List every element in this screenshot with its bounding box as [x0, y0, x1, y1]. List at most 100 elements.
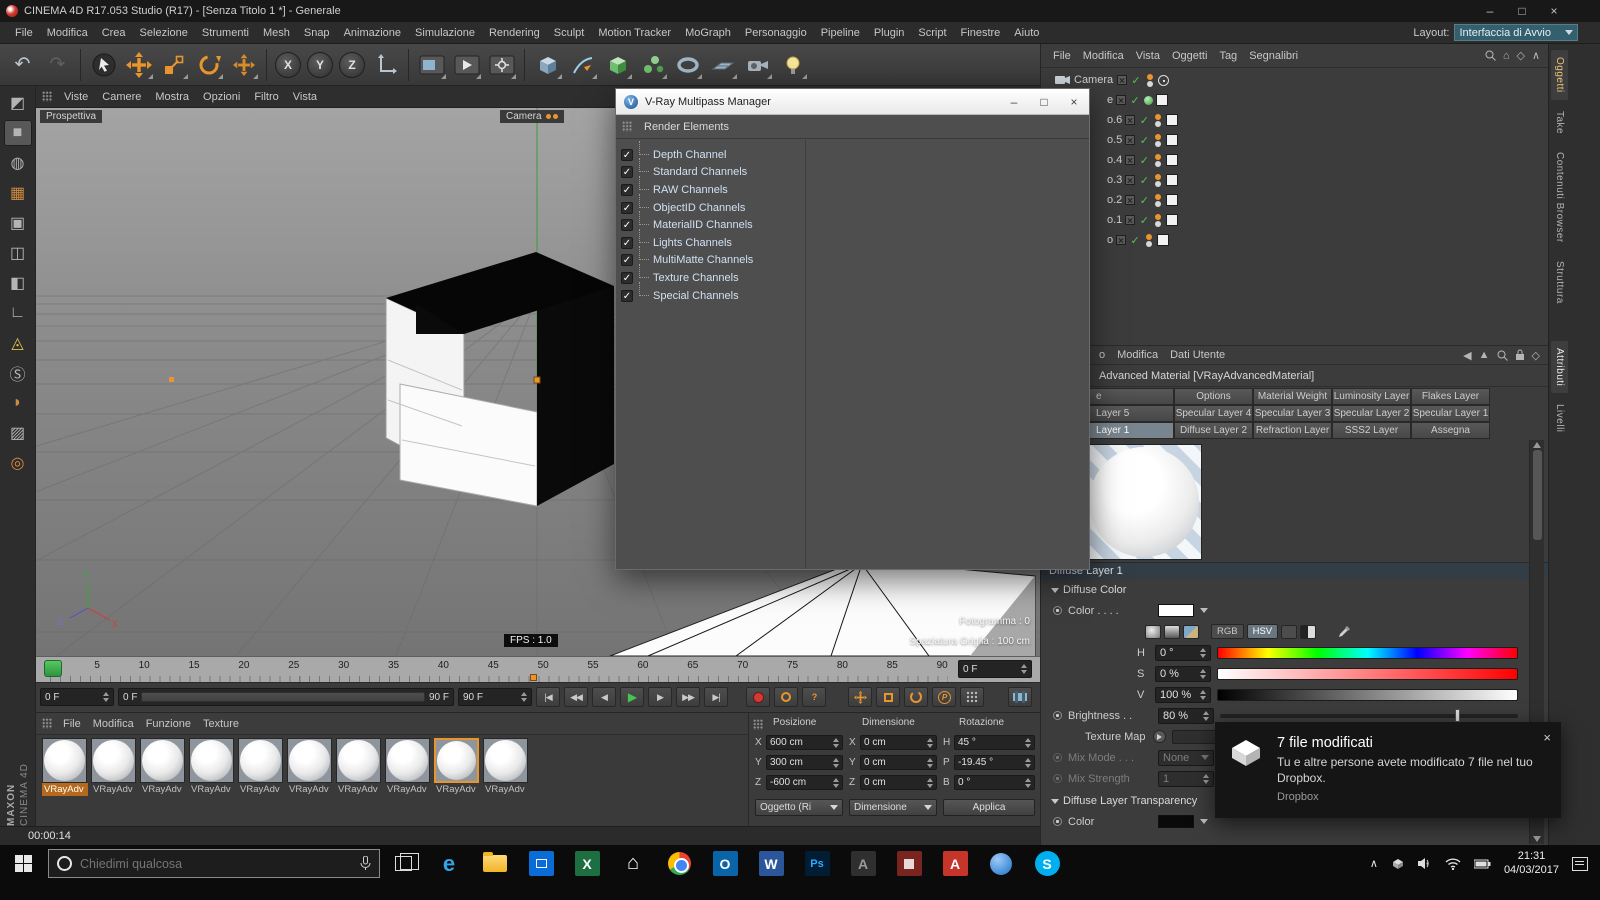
volume-icon[interactable]: [1418, 857, 1432, 870]
texture-tag-icon[interactable]: [1166, 174, 1178, 186]
menu-crea[interactable]: Crea: [95, 27, 133, 39]
stepper[interactable]: [521, 692, 527, 702]
enable-axis-icon[interactable]: ◬: [4, 330, 32, 356]
layout-dropdown[interactable]: Interfaccia di Avvio: [1454, 24, 1578, 41]
camera-button[interactable]: [741, 48, 774, 81]
menu-sculpt[interactable]: Sculpt: [547, 27, 592, 39]
object-row[interactable]: o.4 ✓: [1041, 150, 1548, 170]
view-label-badge[interactable]: Prospettiva: [40, 110, 102, 123]
dialog-title-bar[interactable]: V V-Ray Multipass Manager – □ ×: [616, 89, 1089, 115]
record-keyframe-button[interactable]: [746, 687, 770, 707]
taskbar-app-word[interactable]: W: [748, 845, 794, 882]
menu-finestre[interactable]: Finestre: [954, 27, 1008, 39]
material-item[interactable]: VRayAdv: [238, 738, 284, 796]
panel-grip-icon[interactable]: [753, 719, 763, 730]
keyframe-marker[interactable]: [530, 674, 537, 681]
om-menu-modifica[interactable]: Modifica: [1077, 50, 1130, 62]
points-mode-icon[interactable]: ▣: [4, 210, 32, 236]
channel-checkbox[interactable]: ✓: [621, 166, 633, 178]
material-item[interactable]: VRayAdv: [483, 738, 529, 796]
enable-toggle[interactable]: [1125, 175, 1135, 185]
y-axis-lock-button[interactable]: Y: [307, 52, 333, 78]
tab-contenuti-browser[interactable]: Contenuti Browser: [1551, 145, 1568, 250]
visibility-dots[interactable]: [1144, 234, 1154, 247]
apply-button[interactable]: Applica: [943, 799, 1035, 816]
move-tool[interactable]: [122, 48, 155, 81]
visibility-dots[interactable]: [1153, 114, 1163, 127]
hsv-button[interactable]: HSV: [1247, 624, 1279, 639]
material-item[interactable]: VRayAdv: [42, 738, 88, 796]
menu-motion-tracker[interactable]: Motion Tracker: [591, 27, 678, 39]
menu-mograph[interactable]: MoGraph: [678, 27, 738, 39]
texture-tag-icon[interactable]: [1166, 134, 1178, 146]
render-settings-button[interactable]: [485, 48, 518, 81]
start-button[interactable]: [0, 845, 46, 882]
object-row[interactable]: e ✓: [1041, 90, 1548, 110]
enable-toggle[interactable]: [1116, 235, 1126, 245]
material-item[interactable]: VRayAdv: [287, 738, 333, 796]
enable-toggle[interactable]: [1125, 115, 1135, 125]
tab-material-weight[interactable]: Material Weight: [1253, 388, 1332, 405]
texture-tag-icon[interactable]: [1166, 154, 1178, 166]
menu-simulazione[interactable]: Simulazione: [408, 27, 482, 39]
last-tool-used[interactable]: [227, 48, 260, 81]
brightness-field[interactable]: 80 %: [1158, 708, 1214, 724]
stepper[interactable]: [103, 692, 109, 702]
enable-toggle[interactable]: [1125, 135, 1135, 145]
taskbar-app-edge[interactable]: e: [426, 845, 472, 882]
enable-toggle[interactable]: [1125, 155, 1135, 165]
object-row[interactable]: o ✓: [1041, 230, 1548, 250]
saturation-field[interactable]: 0 %: [1155, 666, 1211, 682]
mix-strength-field[interactable]: 1: [1158, 771, 1214, 787]
timeline-range-scrubber[interactable]: 0 F90 F: [118, 688, 454, 706]
gradient-icon[interactable]: [1164, 625, 1180, 639]
back-icon[interactable]: ◀: [1463, 349, 1471, 362]
menu-plugin[interactable]: Plugin: [867, 27, 912, 39]
mixer-icon[interactable]: [1281, 625, 1297, 639]
taskbar-app-dark[interactable]: A: [840, 845, 886, 882]
play-button[interactable]: ▶: [620, 687, 644, 707]
end-frame-field[interactable]: 90 F: [458, 688, 532, 706]
channel-checkbox[interactable]: ✓: [621, 219, 633, 231]
current-frame-field[interactable]: 0 F: [40, 688, 114, 706]
axis-mode-icon[interactable]: ∟: [4, 300, 32, 326]
prev-key-button[interactable]: ◀◀: [564, 687, 588, 707]
timeline-playhead[interactable]: [44, 660, 62, 677]
home-icon[interactable]: ⌂: [1503, 50, 1510, 62]
tab-refraction-layer[interactable]: Refraction Layer: [1253, 422, 1332, 439]
filter-icon[interactable]: ◇: [1516, 49, 1524, 62]
material-item[interactable]: VRayAdv: [385, 738, 431, 796]
shader-ball-icon[interactable]: [1145, 625, 1161, 639]
visibility-dots[interactable]: [1153, 194, 1163, 207]
material-item-active[interactable]: VRayAdv: [434, 738, 480, 796]
mat-menu-modifica[interactable]: Modifica: [87, 718, 140, 730]
hue-field[interactable]: 0 °: [1155, 645, 1211, 661]
taskbar-app-acrobat[interactable]: A: [932, 845, 978, 882]
record-pla-toggle[interactable]: [960, 687, 984, 707]
goto-start-button[interactable]: |◀: [536, 687, 560, 707]
ruler-frame-field[interactable]: 0 F: [958, 660, 1032, 678]
taskbar-clock[interactable]: 21:31 04/03/2017: [1504, 850, 1559, 878]
texture-expand-button[interactable]: [1153, 730, 1166, 743]
viewport-solo-icon[interactable]: Ⓢ: [4, 360, 32, 386]
object-mode-dropdown[interactable]: Oggetto (Ri: [755, 799, 843, 816]
tab-attributi[interactable]: Attributi: [1551, 341, 1568, 393]
menu-snap[interactable]: Snap: [297, 27, 337, 39]
menu-personaggio[interactable]: Personaggio: [738, 27, 814, 39]
channel-checkbox[interactable]: ✓: [621, 290, 633, 302]
keyframe-selection-button[interactable]: [1008, 687, 1032, 707]
state-check-icon[interactable]: ✓: [1138, 114, 1150, 127]
animation-dot-icon[interactable]: [1053, 606, 1062, 615]
state-check-icon[interactable]: ✓: [1130, 74, 1142, 87]
coordinate-system-button[interactable]: [369, 48, 402, 81]
render-picture-viewer-button[interactable]: [450, 48, 483, 81]
subdivision-surface-button[interactable]: [601, 48, 634, 81]
vp-menu-filtro[interactable]: Filtro: [247, 91, 285, 103]
tab-specular-layer-3[interactable]: Specular Layer 3: [1253, 405, 1332, 422]
visibility-dots[interactable]: [1153, 154, 1163, 167]
stepper[interactable]: [1021, 664, 1027, 674]
taskbar-app-blue[interactable]: [978, 845, 1024, 882]
tab-specular-layer-4[interactable]: Specular Layer 4: [1174, 405, 1253, 422]
record-parameter-toggle[interactable]: P: [932, 687, 956, 707]
menu-rendering[interactable]: Rendering: [482, 27, 547, 39]
